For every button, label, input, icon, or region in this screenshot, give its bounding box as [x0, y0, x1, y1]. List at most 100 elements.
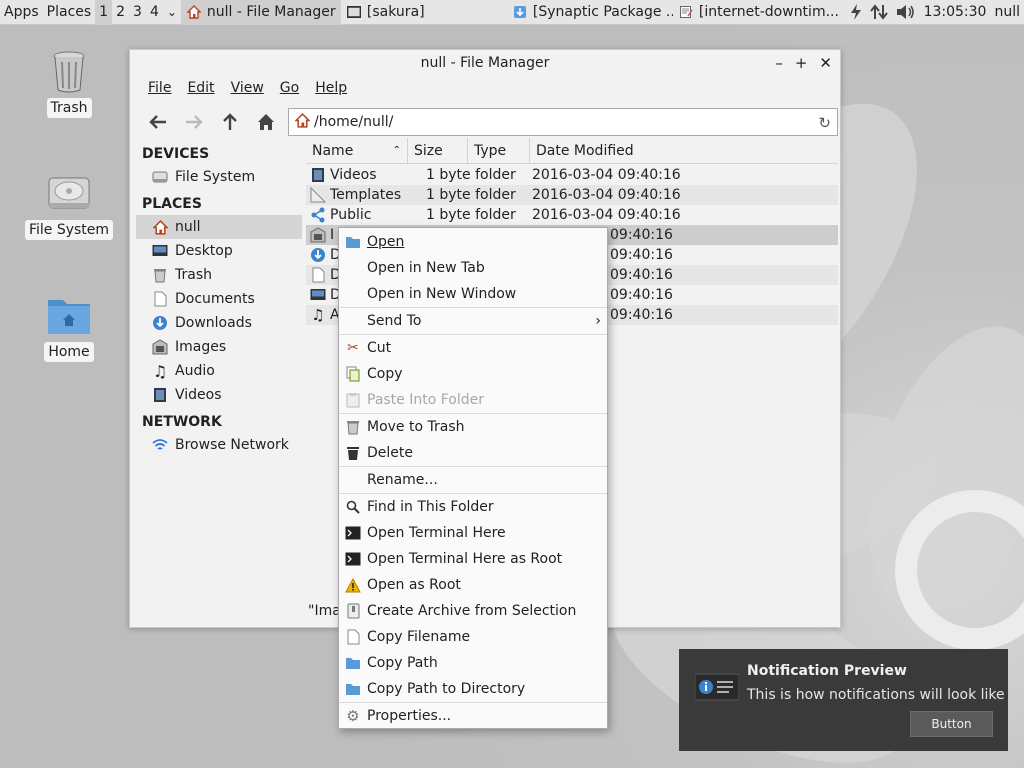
home-folder-icon: [46, 292, 92, 338]
lightning-icon[interactable]: [846, 0, 866, 25]
sidebar-item-file-system[interactable]: File System: [136, 165, 302, 189]
task-text-editor[interactable]: [internet-downtim...: [673, 0, 843, 25]
menu-item-paste-into-folder[interactable]: Paste Into Folder: [339, 387, 607, 413]
menu-item-rename[interactable]: Rename...: [339, 467, 607, 493]
menu-item-copy-path-to-directory[interactable]: Copy Path to Directory: [339, 676, 607, 702]
close-icon[interactable]: ✕: [819, 54, 832, 72]
workspace-chevron-icon[interactable]: ⌄: [163, 5, 181, 19]
column-size[interactable]: Size: [408, 137, 468, 164]
menu-item-label: Find in This Folder: [367, 499, 494, 515]
folder-icon: [345, 655, 361, 671]
file-row[interactable]: Templates 1 byte folder 2016-03-04 09:40…: [306, 185, 838, 205]
minimize-icon[interactable]: –: [775, 54, 783, 72]
sidebar-item-label: Images: [175, 339, 227, 355]
menu-item-open-terminal[interactable]: Open Terminal Here: [339, 520, 607, 546]
folder-icon: [345, 681, 361, 697]
network-arrows-icon[interactable]: [866, 0, 892, 25]
menu-item-label: Open as Root: [367, 577, 461, 593]
desktop-icon-home[interactable]: Home: [24, 292, 114, 362]
menu-item-delete[interactable]: Delete: [339, 440, 607, 466]
menu-view[interactable]: View: [225, 80, 270, 96]
notification-popup[interactable]: Notification Preview This is how notific…: [679, 649, 1008, 751]
menu-item-copy-filename[interactable]: Copy Filename: [339, 624, 607, 650]
up-icon[interactable]: [212, 107, 248, 137]
sidebar-item-images[interactable]: Images: [136, 335, 302, 359]
menu-item-open-new-tab[interactable]: Open in New Tab: [339, 255, 607, 281]
column-type[interactable]: Type: [468, 137, 530, 164]
sidebar-item-documents[interactable]: Documents: [136, 287, 302, 311]
desktop-icon-file-system[interactable]: File System: [24, 170, 114, 240]
location-bar[interactable]: /home/null/ ↻: [288, 108, 838, 136]
notification-button[interactable]: Button: [910, 711, 993, 737]
sidebar-item-trash[interactable]: Trash: [136, 263, 302, 287]
window-titlebar[interactable]: null - File Manager – + ✕: [130, 50, 840, 76]
task-label: [Synaptic Package ...: [532, 4, 673, 20]
workspace-3[interactable]: 3: [129, 4, 146, 20]
home-icon: [152, 219, 168, 235]
window-title: null - File Manager: [420, 55, 550, 71]
sidebar-item-downloads[interactable]: Downloads: [136, 311, 302, 335]
workspace-1[interactable]: 1: [95, 0, 113, 25]
column-label: Type: [474, 142, 507, 159]
places-menu[interactable]: Places: [43, 0, 96, 25]
clock[interactable]: 13:05:30: [920, 0, 991, 25]
task-synaptic[interactable]: [Synaptic Package ...: [507, 0, 673, 25]
menu-file[interactable]: File: [142, 80, 177, 96]
home-icon[interactable]: [248, 107, 284, 137]
task-file-manager[interactable]: null - File Manager: [180, 0, 341, 25]
menu-item-move-to-trash[interactable]: Move to Trash: [339, 414, 607, 440]
column-date-modified[interactable]: Date Modified: [530, 138, 838, 164]
menu-item-open-new-window[interactable]: Open in New Window: [339, 281, 607, 307]
forward-icon[interactable]: [176, 107, 212, 137]
file-row[interactable]: Videos 1 byte folder 2016-03-04 09:40:16: [306, 165, 838, 185]
menu-item-create-archive[interactable]: Create Archive from Selection: [339, 598, 607, 624]
warning-icon: [345, 577, 361, 593]
menu-item-label: Properties...: [367, 708, 452, 724]
menu-go[interactable]: Go: [274, 80, 305, 96]
menu-item-copy[interactable]: Copy: [339, 361, 607, 387]
image-icon: [152, 339, 168, 355]
menu-item-copy-path[interactable]: Copy Path: [339, 650, 607, 676]
user-menu[interactable]: null: [990, 0, 1024, 25]
menu-edit-label: Edit: [187, 80, 215, 96]
column-name[interactable]: Name ⌃: [306, 137, 408, 164]
menu-item-open-terminal-root[interactable]: Open Terminal Here as Root: [339, 546, 607, 572]
file-size-type: 1 byte folder: [426, 207, 516, 223]
menu-edit[interactable]: Edit: [181, 80, 220, 96]
menu-item-label: Copy Path to Directory: [367, 681, 526, 697]
workspace-4[interactable]: 4: [146, 4, 163, 20]
sidebar-item-null[interactable]: null: [136, 215, 302, 239]
sidebar-item-browse-network[interactable]: Browse Network: [136, 433, 302, 457]
apps-menu[interactable]: Apps: [0, 0, 43, 25]
sidebar-item-audio[interactable]: ♫ Audio: [136, 359, 302, 383]
notification-body: This is how notifications will look like: [747, 687, 1005, 703]
wifi-icon: [152, 437, 168, 453]
menu-item-find-in-folder[interactable]: Find in This Folder: [339, 494, 607, 520]
file-date: 2016-03-04 09:40:16: [532, 207, 681, 223]
menu-item-open[interactable]: Open: [339, 229, 607, 255]
file-row[interactable]: Public 1 byte folder 2016-03-04 09:40:16: [306, 205, 838, 225]
desktop-icon-trash[interactable]: Trash: [24, 48, 114, 118]
gear-icon: ⚙: [346, 707, 360, 725]
menu-go-label: Go: [279, 80, 300, 96]
task-label: [sakura]: [366, 4, 425, 20]
maximize-icon[interactable]: +: [795, 54, 808, 72]
task-sakura[interactable]: [sakura]: [341, 0, 507, 25]
menu-item-open-as-root[interactable]: Open as Root: [339, 572, 607, 598]
trash-icon: [345, 419, 361, 435]
menu-item-send-to[interactable]: Send To ›: [339, 308, 607, 334]
menu-item-properties[interactable]: ⚙ Properties...: [339, 703, 607, 729]
menu-item-cut[interactable]: ✂ Cut: [339, 335, 607, 361]
back-icon[interactable]: [140, 107, 176, 137]
document-icon: [345, 629, 361, 645]
blank-icon: [345, 313, 361, 329]
menu-help[interactable]: Help: [309, 80, 353, 96]
desktop-icon: [152, 243, 168, 259]
sidebar-item-videos[interactable]: Videos: [136, 383, 302, 407]
workspace-2[interactable]: 2: [112, 4, 129, 20]
video-icon: [152, 387, 168, 403]
reload-icon[interactable]: ↻: [818, 114, 831, 132]
sidebar-item-desktop[interactable]: Desktop: [136, 239, 302, 263]
terminal-icon: [345, 551, 361, 567]
volume-icon[interactable]: [892, 0, 920, 25]
